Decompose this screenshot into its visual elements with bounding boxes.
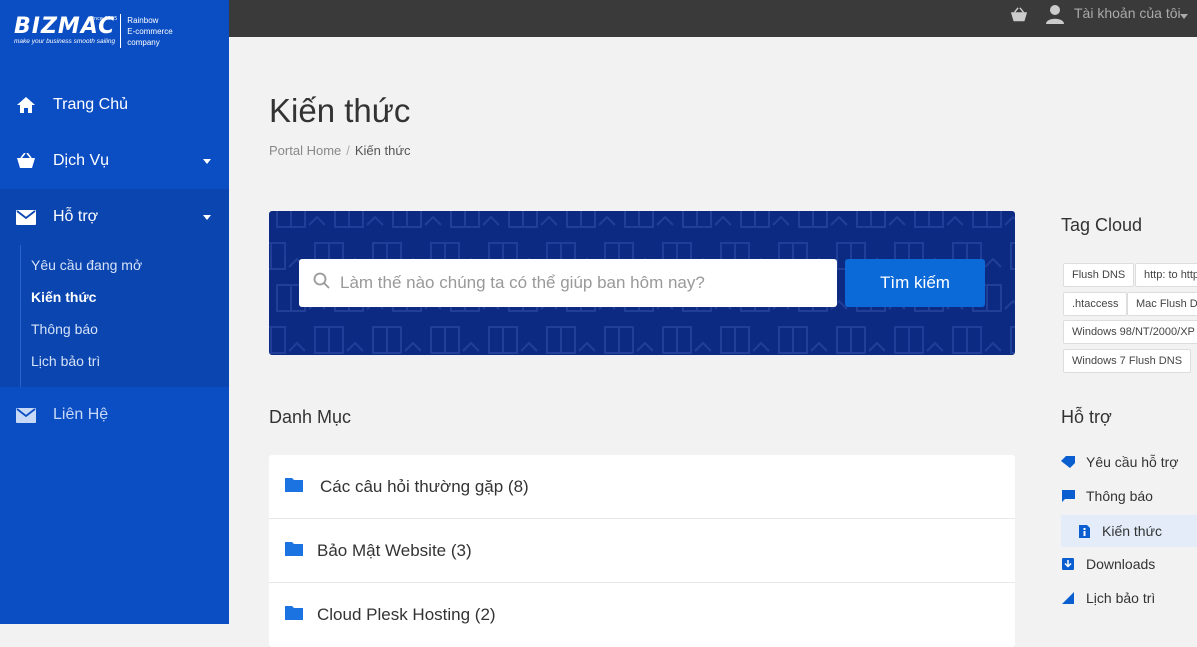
category-item[interactable]: Cloud Plesk Hosting (2) [269, 583, 1015, 647]
category-list: Các câu hỏi thường gặp (8) Bảo Mật Websi… [269, 455, 1015, 647]
search-input[interactable] [340, 273, 820, 293]
subnav-knowledgebase[interactable]: Kiến thức [1, 281, 229, 313]
tag-cloud-title: Tag Cloud [1061, 215, 1143, 235]
folder-icon [285, 605, 303, 625]
user-icon[interactable] [1046, 4, 1064, 29]
search-hero: Tìm kiếm [269, 211, 1015, 355]
comment-icon [1061, 490, 1075, 502]
signal-icon [1061, 592, 1075, 604]
search-box [299, 259, 837, 307]
breadcrumb-home[interactable]: Portal Home [269, 143, 341, 158]
support-link-knowledgebase[interactable]: Kiến thức [1061, 515, 1197, 547]
sidebar-item-contact[interactable]: Liên Hệ [0, 387, 229, 443]
subnav-announcements[interactable]: Thông báo [1, 313, 229, 345]
support-link-downloads[interactable]: Downloads [1061, 556, 1155, 572]
support-subnav: Yêu cầu đang mở Kiến thức Thông báo Lịch… [20, 245, 229, 387]
support-link-maintenance[interactable]: Lịch bảo trì [1061, 590, 1155, 606]
sidebar-item-home[interactable]: Trang Chủ [0, 77, 229, 133]
info-file-icon [1077, 524, 1091, 538]
categories-title: Danh Mục [269, 407, 352, 427]
breadcrumb: Portal Home / Kiến thức [269, 143, 411, 158]
logo-since: Since 2005 [89, 16, 118, 22]
tag[interactable]: Windows 7 Flush DNS [1063, 349, 1192, 373]
sidebar-support-group: Hỗ trợ Yêu cầu đang mở Kiến thức Thông b… [0, 189, 229, 387]
support-title: Hỗ trợ [1061, 407, 1112, 427]
download-icon [1061, 558, 1075, 570]
subnav-maintenance[interactable]: Lịch bảo trì [1, 345, 229, 377]
logo-divider [120, 14, 122, 48]
envelope-icon [15, 404, 37, 426]
subnav-open-tickets[interactable]: Yêu cầu đang mở [1, 249, 229, 281]
folder-icon [285, 477, 303, 497]
chevron-down-icon [1180, 14, 1188, 19]
page-title: Kiến thức [269, 92, 411, 129]
sidebar: BIZMAC Since 2005 make your business smoo… [0, 0, 229, 624]
search-button[interactable]: Tìm kiếm [845, 259, 985, 307]
logo[interactable]: BIZMAC Since 2005 make your business smoo… [0, 0, 229, 62]
tag[interactable]: .htaccess [1063, 292, 1128, 316]
sidebar-item-services[interactable]: Dịch Vụ [0, 133, 229, 189]
basket-icon [15, 150, 37, 172]
category-item[interactable]: Các câu hỏi thường gặp (8) [269, 455, 1015, 519]
envelope-icon [15, 206, 37, 228]
folder-icon [285, 541, 303, 561]
chevron-down-icon [203, 215, 211, 220]
home-icon [15, 94, 37, 116]
logo-company: Rainbow E-commerce company [127, 15, 173, 47]
logo-wordmark: BIZMAC Since 2005 [14, 16, 117, 38]
sidebar-item-support[interactable]: Hỗ trợ [0, 189, 229, 245]
tag[interactable]: http: to http [1135, 263, 1197, 287]
tag[interactable]: Flush DNS [1063, 263, 1135, 287]
account-menu[interactable]: Tài khoản của tôi [1074, 5, 1181, 21]
support-link-tickets[interactable]: Yêu cầu hỗ trợ [1061, 454, 1178, 470]
chevron-down-icon [203, 159, 211, 164]
category-item[interactable]: Bảo Mật Website (3) [269, 519, 1015, 583]
tag[interactable]: Windows 98/NT/2000/XP [1063, 320, 1197, 344]
topbar: Tài khoản của tôi [229, 0, 1197, 37]
cart-icon[interactable] [1010, 7, 1028, 28]
tag[interactable]: Mac Flush DI [1127, 292, 1197, 316]
support-link-announcements[interactable]: Thông báo [1061, 488, 1153, 504]
logo-tagline: make your business smooth sailing [14, 38, 116, 45]
ticket-icon [1061, 456, 1075, 468]
breadcrumb-current: Kiến thức [354, 143, 411, 158]
search-icon [313, 272, 330, 294]
